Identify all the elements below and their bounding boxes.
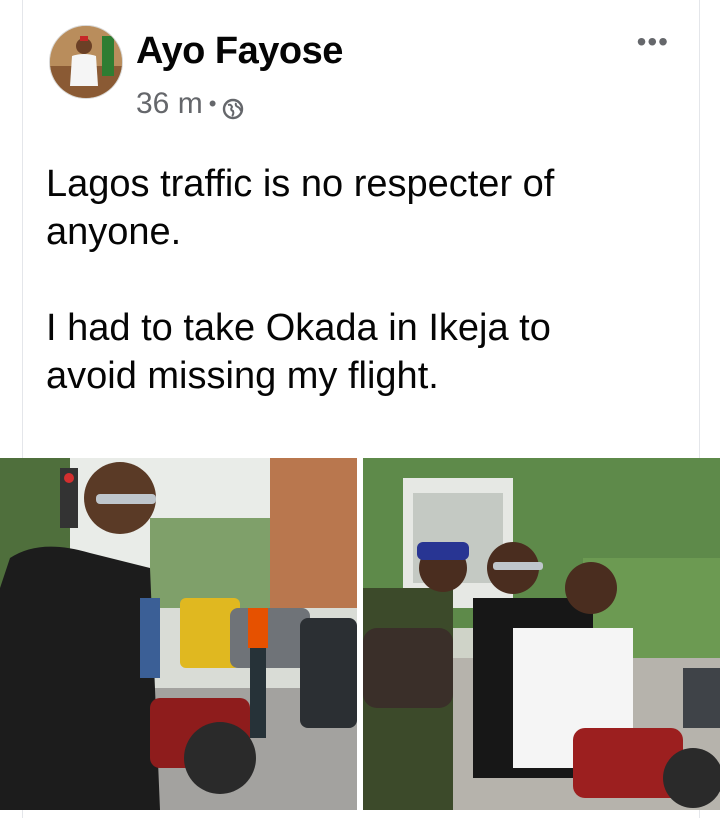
photo-left[interactable] [0,458,357,810]
globe-icon[interactable] [222,94,244,120]
post-body: Lagos traffic is no respecter of anyone.… [46,160,686,400]
post-header: Ayo Fayose 36 m • ••• [23,0,699,140]
author-name[interactable]: Ayo Fayose [136,30,343,73]
post-text-line: I had to take Okada in Ikeja to [46,307,551,349]
post-text-line: Lagos traffic is no respecter of [46,163,555,205]
post-text-line: anyone. [46,211,182,253]
post-photos [0,458,720,810]
more-options-button[interactable]: ••• [637,26,669,58]
photo-right[interactable] [363,458,720,810]
meta-separator: • [208,91,217,116]
avatar-image [50,26,122,98]
post-timestamp[interactable]: 36 m [136,87,203,121]
photo-okada-riders [363,458,720,810]
avatar[interactable] [49,25,123,99]
photo-okada-street [0,458,357,810]
post-meta: 36 m • [136,87,244,121]
post-text-line: avoid missing my flight. [46,355,439,397]
